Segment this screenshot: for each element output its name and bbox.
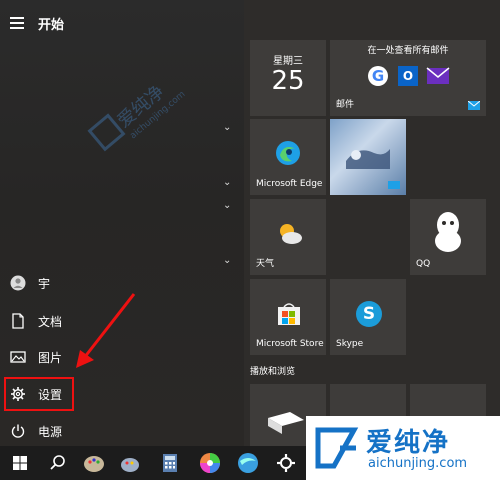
group-collapse-chevron-icon[interactable]: ⌄ xyxy=(223,122,231,133)
tile-mail[interactable]: 在一处查看所有邮件 G O 邮件 xyxy=(330,40,486,116)
weather-sun-cloud-icon xyxy=(280,224,302,244)
qq-penguin-icon xyxy=(435,212,461,252)
group-collapse-chevron-icon[interactable]: ⌄ xyxy=(223,177,231,188)
group-header-play: 播放和浏览 xyxy=(250,367,296,377)
watermark-url-text: aichunjing.com xyxy=(368,456,468,471)
edge-icon xyxy=(276,141,300,165)
photos-badge-icon xyxy=(388,181,400,189)
tile-calendar[interactable]: 星期三 25 xyxy=(250,40,326,116)
weather-label: 天气 xyxy=(256,259,275,269)
picture-icon xyxy=(10,351,26,363)
nav-power-label: 电源 xyxy=(38,425,63,439)
user-avatar-icon xyxy=(10,275,26,291)
color-wheel-app-icon[interactable] xyxy=(198,451,222,475)
tile-weather[interactable]: 天气 xyxy=(250,199,326,275)
tile-microsoft-edge[interactable]: Microsoft Edge xyxy=(250,119,326,195)
outlook-icon: O xyxy=(398,66,418,86)
tile-qq[interactable]: QQ xyxy=(410,199,486,275)
qq-label: QQ xyxy=(416,259,431,269)
nav-user-label: 宇 xyxy=(38,277,51,291)
calculator-icon[interactable] xyxy=(158,451,182,475)
nav-pictures-label: 图片 xyxy=(38,351,63,365)
envelope-icon xyxy=(468,101,480,110)
mail-label: 邮件 xyxy=(336,100,355,110)
red-arrow-annotation xyxy=(76,293,136,368)
calendar-day: 25 xyxy=(271,66,305,96)
skype-icon: S xyxy=(356,301,382,327)
group-collapse-chevron-icon[interactable]: ⌄ xyxy=(223,255,231,266)
store-label: Microsoft Store xyxy=(256,339,324,349)
photo-thumbnail xyxy=(346,149,390,169)
watermark-logo-icon xyxy=(315,427,359,469)
tile-skype[interactable]: S Skype xyxy=(330,279,406,355)
edge-label: Microsoft Edge xyxy=(256,179,323,189)
browser-globe-icon[interactable] xyxy=(236,451,260,475)
nav-documents-label: 文档 xyxy=(38,315,63,329)
tile-microsoft-store[interactable]: Microsoft Store xyxy=(250,279,326,355)
calendar-weekday: 星期三 xyxy=(273,56,303,67)
google-icon: G xyxy=(368,66,388,86)
gear-icon[interactable] xyxy=(274,451,298,475)
windows-start-icon[interactable] xyxy=(8,451,32,475)
partial-tile-icon xyxy=(268,412,304,434)
power-icon xyxy=(11,424,25,438)
mail-heading: 在一处查看所有邮件 xyxy=(367,46,449,56)
hamburger-menu-icon[interactable] xyxy=(10,17,24,29)
skype-label: Skype xyxy=(336,339,364,349)
watermark-logo: 爱纯净 aichunjing.com xyxy=(306,416,500,480)
settings-highlight-box xyxy=(4,377,74,411)
group-collapse-chevron-icon[interactable]: ⌄ xyxy=(223,200,231,211)
nav-item-power[interactable]: 电源 xyxy=(0,414,244,448)
paint-palette-icon[interactable] xyxy=(82,451,106,475)
start-title: 开始 xyxy=(38,18,65,33)
search-icon[interactable] xyxy=(46,451,70,475)
tile-photos[interactable] xyxy=(330,119,406,195)
document-icon xyxy=(12,313,24,329)
yahoo-mail-icon xyxy=(426,67,450,84)
watermark-diagonal-logo: 爱纯净 aichunjing.com xyxy=(87,81,187,152)
start-header: 开始 xyxy=(0,8,244,38)
paint-app-icon[interactable] xyxy=(118,451,142,475)
watermark-cn-text: 爱纯净 xyxy=(366,428,451,458)
store-bag-icon xyxy=(278,303,300,325)
